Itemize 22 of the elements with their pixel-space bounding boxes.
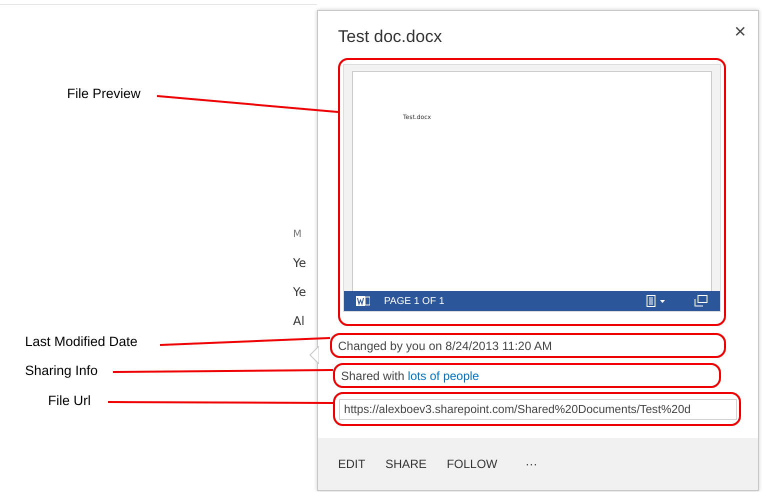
page-status: PAGE 1 OF 1 (384, 296, 446, 306)
close-button[interactable]: × (734, 21, 746, 43)
action-button[interactable]: EDIT (338, 457, 366, 471)
column-header: M (293, 228, 303, 242)
action-button[interactable]: SHARE (385, 457, 427, 471)
file-title: Test doc.docx (338, 27, 442, 48)
word-icon[interactable] (356, 295, 370, 307)
annotation-label: Last Modified Date (25, 334, 138, 349)
more-button[interactable]: ··· (525, 457, 538, 471)
action-button[interactable]: FOLLOW (446, 457, 498, 471)
annotation-label: File Preview (67, 86, 141, 101)
modified-info: Changed by you on 8/24/2013 11:20 AM (338, 338, 552, 352)
list-item[interactable]: Ye (293, 278, 308, 307)
annotation-label: Sharing Info (25, 363, 98, 378)
url-field[interactable]: https://alexboev3.sharepoint.com/Shared%20Documents/Test%20d (339, 399, 737, 420)
list-item[interactable]: Al (293, 307, 308, 336)
annotation-label: File Url (48, 393, 91, 408)
popout-icon[interactable] (694, 295, 708, 307)
list-item[interactable]: Ye (293, 249, 308, 278)
sharing-info: Shared with lots of people (341, 368, 480, 382)
page-view-icon[interactable] (646, 295, 666, 307)
people-link[interactable]: lots of people (408, 368, 480, 382)
